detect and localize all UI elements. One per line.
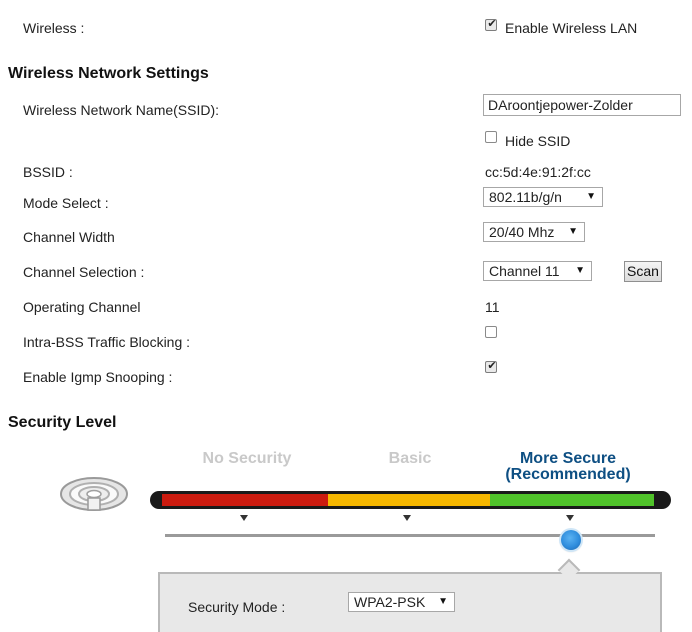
level-no-security[interactable]: No Security bbox=[187, 450, 307, 468]
enable-wireless-checkbox[interactable]: ✔ bbox=[485, 18, 497, 31]
intra-bss-label: Intra-BSS Traffic Blocking : bbox=[23, 334, 191, 350]
igmp-snooping-label: Enable Igmp Snooping : bbox=[23, 369, 173, 385]
checkmark-icon: ✔ bbox=[487, 360, 497, 372]
security-level-bar bbox=[150, 491, 671, 509]
bssid-value: cc:5d:4e:91:2f:cc bbox=[485, 164, 591, 180]
checkmark-icon: ✔ bbox=[487, 18, 497, 30]
ssid-input[interactable] bbox=[483, 94, 681, 116]
dropdown-arrow-icon: ▼ bbox=[568, 226, 578, 237]
channel-selection-label: Channel Selection : bbox=[23, 264, 145, 280]
mode-select-label: Mode Select : bbox=[23, 195, 109, 211]
security-level-heading: Security Level bbox=[8, 414, 117, 431]
operating-channel-label: Operating Channel bbox=[23, 299, 141, 315]
channel-select-value: Channel 11 bbox=[489, 263, 560, 279]
hide-ssid-label: Hide SSID bbox=[505, 133, 571, 149]
hide-ssid-checkbox[interactable] bbox=[485, 131, 497, 143]
mode-select-value: 802.11b/g/n bbox=[489, 189, 562, 205]
igmp-snooping-checkbox[interactable]: ✔ bbox=[485, 360, 497, 373]
dropdown-arrow-icon: ▼ bbox=[586, 191, 596, 202]
bssid-label: BSSID : bbox=[23, 164, 73, 180]
security-bar-segment-red bbox=[162, 494, 328, 506]
enable-wireless-label: Enable Wireless LAN bbox=[505, 20, 638, 36]
level-basic[interactable]: Basic bbox=[370, 450, 450, 468]
mode-select[interactable]: 802.11b/g/n ▼ bbox=[483, 187, 603, 207]
level-marker-icon bbox=[403, 515, 411, 521]
security-slider-knob[interactable] bbox=[561, 530, 581, 550]
security-mode-label: Security Mode : bbox=[188, 599, 286, 615]
channel-select[interactable]: Channel 11 ▼ bbox=[483, 261, 592, 281]
ssid-label: Wireless Network Name(SSID): bbox=[23, 102, 220, 118]
security-mode-select[interactable]: WPA2-PSK ▼ bbox=[348, 592, 455, 612]
wireless-label: Wireless : bbox=[23, 20, 85, 36]
wireless-network-settings-heading: Wireless Network Settings bbox=[8, 65, 209, 82]
operating-channel-value: 11 bbox=[485, 299, 500, 315]
channel-width-value: 20/40 Mhz bbox=[489, 224, 555, 240]
intra-bss-checkbox[interactable] bbox=[485, 326, 497, 338]
dropdown-arrow-icon: ▼ bbox=[575, 265, 585, 276]
security-bar-segment-green bbox=[490, 494, 654, 506]
level-marker-icon bbox=[240, 515, 248, 521]
scan-button[interactable]: Scan bbox=[624, 261, 662, 282]
channel-width-label: Channel Width bbox=[23, 229, 115, 245]
cut-off-heading bbox=[30, 0, 230, 2]
security-mode-value: WPA2-PSK bbox=[354, 594, 426, 610]
channel-width-select[interactable]: 20/40 Mhz ▼ bbox=[483, 222, 585, 242]
level-marker-icon bbox=[566, 515, 574, 521]
dropdown-arrow-icon: ▼ bbox=[438, 596, 448, 607]
level-more-secure[interactable]: More Secure (Recommended) bbox=[490, 451, 646, 483]
wifi-router-icon bbox=[60, 477, 128, 511]
security-bar-segment-yellow bbox=[328, 494, 490, 506]
security-slider-track[interactable] bbox=[165, 534, 655, 537]
